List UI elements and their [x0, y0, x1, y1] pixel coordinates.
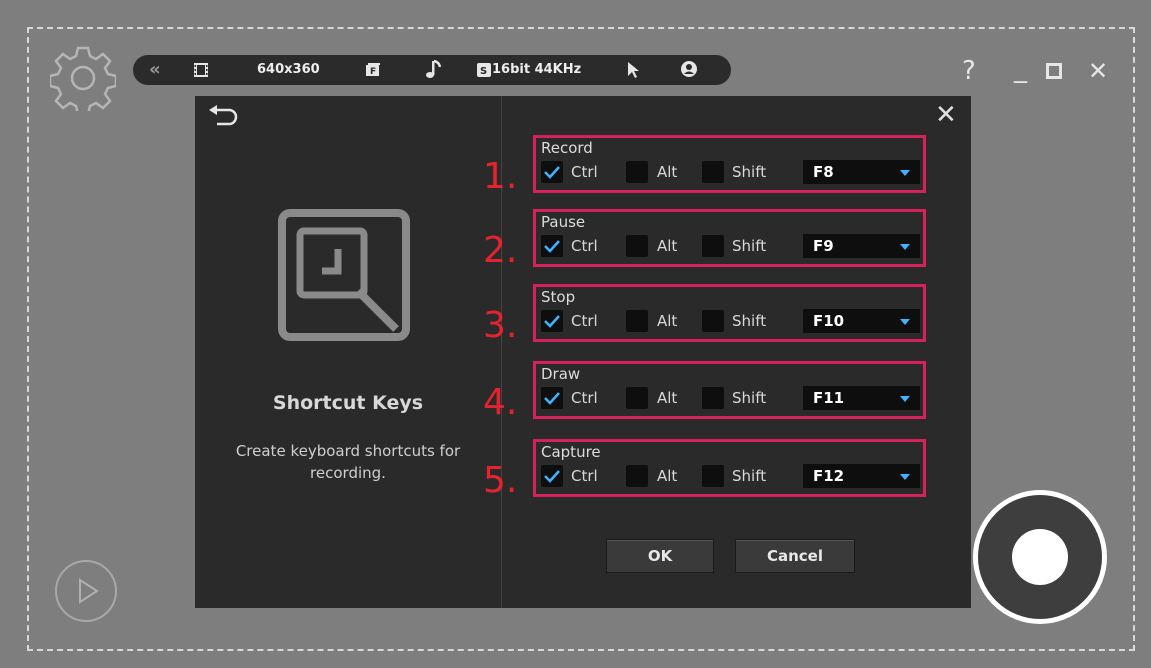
alt-checkbox[interactable]: [626, 161, 648, 183]
key-dropdown[interactable]: F8: [803, 160, 920, 184]
alt-checkbox[interactable]: [626, 465, 648, 487]
alt-checkbox[interactable]: [626, 387, 648, 409]
checkmark-icon: [544, 392, 560, 405]
webcam-icon[interactable]: [680, 60, 698, 78]
dropdown-arrow-icon: [900, 244, 910, 250]
key-value: F9: [813, 237, 834, 255]
shortcut-name: Pause: [541, 213, 586, 231]
shift-label: Shift: [732, 467, 767, 485]
settings-gear-icon[interactable]: [50, 45, 116, 111]
audio-label[interactable]: 16bit 44KHz: [492, 62, 581, 77]
alt-label: Alt: [657, 237, 678, 255]
shortcut-keys-icon: [278, 209, 410, 341]
shift-checkbox[interactable]: [702, 387, 724, 409]
shortcut-name: Record: [541, 139, 593, 157]
shortcut-number-3: 3.: [483, 305, 518, 346]
ok-button[interactable]: OK: [606, 539, 714, 573]
collapse-icon[interactable]: «: [149, 59, 161, 80]
svg-text:S: S: [480, 66, 487, 77]
shortcut-row: Ctrl Alt Shift F8: [541, 160, 921, 184]
ctrl-label: Ctrl: [571, 389, 598, 407]
music-note-icon[interactable]: [423, 59, 441, 81]
shortcut-name: Stop: [541, 288, 576, 306]
maximize-button[interactable]: [1046, 63, 1062, 79]
shift-label: Shift: [732, 163, 767, 181]
checkmark-icon: [544, 240, 560, 253]
shortcut-row: Ctrl Alt Shift F9: [541, 234, 921, 258]
alt-label: Alt: [657, 467, 678, 485]
shortcut-row: Ctrl Alt Shift F10: [541, 309, 921, 333]
ctrl-checkbox[interactable]: [541, 465, 563, 487]
shortcut-row: Ctrl Alt Shift F12: [541, 464, 921, 488]
fullscreen-icon[interactable]: F: [365, 62, 381, 78]
shortcut-group-pause: Pause Ctrl Alt Shift F9: [533, 209, 926, 267]
help-button[interactable]: ?: [962, 58, 976, 84]
shortcut-number-1: 1.: [483, 156, 518, 197]
dialog-close-button[interactable]: ✕: [935, 102, 957, 128]
key-value: F12: [813, 467, 845, 485]
record-icon: [1012, 529, 1068, 585]
key-dropdown[interactable]: F10: [803, 309, 920, 333]
key-dropdown[interactable]: F11: [803, 386, 920, 410]
shortcut-name: Capture: [541, 443, 601, 461]
close-window-button[interactable]: ✕: [1088, 58, 1108, 84]
dropdown-arrow-icon: [900, 474, 910, 480]
dialog-description: Create keyboard shortcuts for recording.: [235, 442, 461, 482]
recorder-window: « 640x360 F S 16bit 44KHz ? _ ✕ ✕ Shortc…: [0, 0, 1151, 668]
checkmark-icon: [544, 470, 560, 483]
shift-label: Shift: [732, 312, 767, 330]
ctrl-label: Ctrl: [571, 163, 598, 181]
key-value: F8: [813, 163, 834, 181]
ctrl-checkbox[interactable]: [541, 235, 563, 257]
checkmark-icon: [544, 315, 560, 328]
svg-text:F: F: [370, 67, 376, 77]
alt-checkbox[interactable]: [626, 235, 648, 257]
record-button[interactable]: [973, 490, 1107, 624]
shift-checkbox[interactable]: [702, 465, 724, 487]
film-icon[interactable]: [193, 62, 209, 78]
checkmark-icon: [544, 166, 560, 179]
shift-label: Shift: [732, 237, 767, 255]
shortcut-number-4: 4.: [483, 382, 518, 423]
alt-label: Alt: [657, 163, 678, 181]
dropdown-arrow-icon: [900, 396, 910, 402]
shortcut-group-stop: Stop Ctrl Alt Shift F10: [533, 284, 926, 342]
back-arrow-icon[interactable]: [207, 104, 239, 130]
dropdown-arrow-icon: [900, 170, 910, 176]
sound-icon[interactable]: S: [477, 63, 491, 77]
shortcut-row: Ctrl Alt Shift F11: [541, 386, 921, 410]
ctrl-label: Ctrl: [571, 237, 598, 255]
alt-label: Alt: [657, 312, 678, 330]
key-value: F10: [813, 312, 845, 330]
ctrl-checkbox[interactable]: [541, 310, 563, 332]
ctrl-checkbox[interactable]: [541, 161, 563, 183]
dialog-title: Shortcut Keys: [272, 392, 424, 414]
play-button[interactable]: [55, 560, 117, 622]
shift-checkbox[interactable]: [702, 235, 724, 257]
ctrl-label: Ctrl: [571, 312, 598, 330]
top-toolbar: « 640x360 F S 16bit 44KHz: [133, 55, 731, 85]
shortcut-number-2: 2.: [483, 230, 518, 271]
key-dropdown[interactable]: F9: [803, 234, 920, 258]
shift-label: Shift: [732, 389, 767, 407]
play-icon: [79, 578, 99, 604]
shortcut-group-draw: Draw Ctrl Alt Shift F11: [533, 361, 926, 419]
cursor-icon[interactable]: [627, 61, 641, 79]
alt-checkbox[interactable]: [626, 310, 648, 332]
shortcut-number-5: 5.: [483, 460, 518, 501]
minimize-button[interactable]: _: [1014, 56, 1027, 82]
cancel-button[interactable]: Cancel: [735, 539, 855, 573]
resolution-label[interactable]: 640x360: [257, 62, 320, 77]
shift-checkbox[interactable]: [702, 310, 724, 332]
ctrl-checkbox[interactable]: [541, 387, 563, 409]
shortcut-group-record: Record Ctrl Alt Shift F8: [533, 135, 926, 193]
dropdown-arrow-icon: [900, 319, 910, 325]
shortcut-name: Draw: [541, 365, 581, 383]
alt-label: Alt: [657, 389, 678, 407]
shift-checkbox[interactable]: [702, 161, 724, 183]
key-value: F11: [813, 389, 845, 407]
shortcut-group-capture: Capture Ctrl Alt Shift F12: [533, 439, 926, 497]
key-dropdown[interactable]: F12: [803, 464, 920, 488]
ctrl-label: Ctrl: [571, 467, 598, 485]
